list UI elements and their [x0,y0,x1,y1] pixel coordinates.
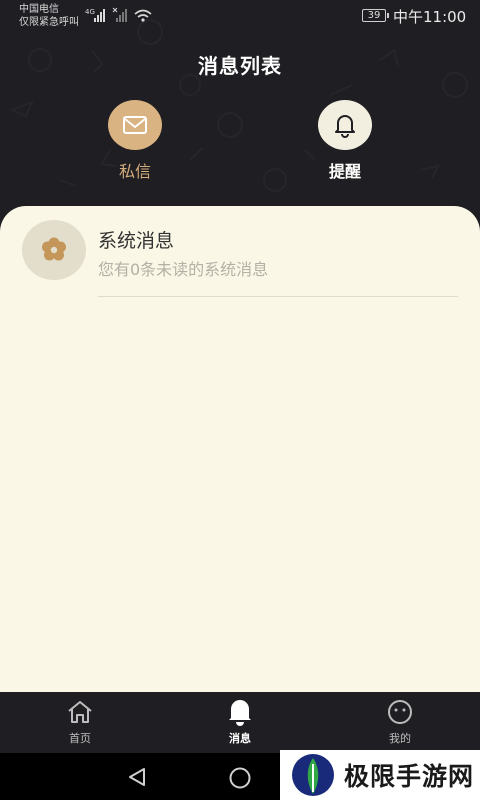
watermark-logo: 极限手游网 [280,750,480,800]
header-area: 中国电信 仅限紧急呼叫 4G 39 中午11:00 消息列表 私信 提醒 [0,0,480,230]
tab-private-label: 私信 [118,162,151,181]
reminder-circle[interactable] [318,100,372,150]
tab-reminder-label: 提醒 [328,162,361,181]
clock: 中午11:00 [393,8,467,26]
network-type: 4G [85,8,95,16]
message-list: 系统消息 您有0条未读的系统消息 [0,206,480,692]
nav-messages[interactable]: 消息 [200,698,280,746]
background-pattern [9,19,468,192]
status-bar: 中国电信 仅限紧急呼叫 4G 39 中午11:00 [0,0,480,34]
mail-icon [123,116,147,134]
signal-icon: 4G [85,7,152,22]
flower-icon [42,237,66,261]
private-message-circle[interactable] [108,100,162,150]
battery-icon: 39 [362,9,389,22]
nav-me-label: 我的 [389,732,411,745]
system-message-title: 系统消息 [98,230,175,252]
bell-icon [229,700,251,726]
tab-private-message[interactable]: 私信 [85,100,185,182]
tab-reminder[interactable]: 提醒 [295,100,395,182]
bell-icon [335,115,355,138]
system-message-avatar [22,220,86,280]
smiley-icon [388,700,412,724]
carrier-text: 中国电信 仅限紧急呼叫 [19,3,79,29]
bottom-nav: 首页 消息 我的 [0,692,480,753]
home-button-icon[interactable] [228,766,252,790]
carrier-emergency: 仅限紧急呼叫 [19,17,79,28]
back-icon[interactable] [126,766,148,788]
nav-me[interactable]: 我的 [360,698,440,746]
watermark-text: 极限手游网 [344,762,475,791]
divider [98,296,458,297]
nav-messages-label: 消息 [229,732,251,745]
system-message-subtitle: 您有0条未读的系统消息 [98,260,269,279]
page-title: 消息列表 [198,54,282,78]
list-item-system-message[interactable]: 系统消息 您有0条未读的系统消息 [0,220,480,300]
logo-icon [292,754,334,796]
carrier-name: 中国电信 [19,4,59,15]
nav-home-label: 首页 [69,732,91,745]
home-icon [68,701,92,723]
nav-home[interactable]: 首页 [40,698,120,746]
